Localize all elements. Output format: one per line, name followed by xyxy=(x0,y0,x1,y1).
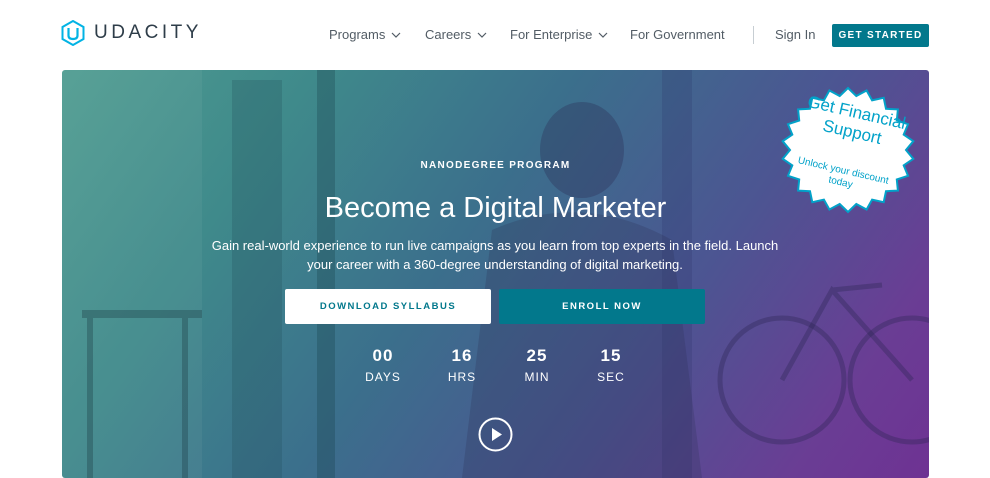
get-started-button[interactable]: GET STARTED xyxy=(832,24,929,47)
nav-for-government-label: For Government xyxy=(630,27,725,42)
chevron-down-icon xyxy=(477,32,487,38)
badge-subline: Unlock your discount today xyxy=(796,155,890,191)
countdown-seconds-label: SEC xyxy=(597,370,625,384)
nav-programs-label: Programs xyxy=(329,27,386,42)
badge-headline: Get Financial Support xyxy=(805,91,908,148)
nav-divider xyxy=(753,26,754,44)
countdown-seconds-value: 15 xyxy=(600,346,622,365)
logo-wordmark: UDACITY xyxy=(94,22,202,43)
countdown-days: 00 DAYS xyxy=(353,346,413,384)
udacity-logo-icon xyxy=(61,20,85,46)
chevron-down-icon xyxy=(598,32,608,38)
chevron-down-icon xyxy=(391,32,401,38)
download-syllabus-button[interactable]: DOWNLOAD SYLLABUS xyxy=(285,289,491,324)
nav-for-government[interactable]: For Government xyxy=(630,27,725,42)
countdown-minutes-value: 25 xyxy=(526,346,548,365)
financial-support-badge[interactable]: Get Financial Support Unlock your discou… xyxy=(775,82,921,218)
hero-subtitle: Gain real-world experience to run live c… xyxy=(211,238,779,272)
nav-programs[interactable]: Programs xyxy=(329,27,401,42)
play-circle-icon[interactable] xyxy=(478,417,513,452)
nav-careers-label: Careers xyxy=(425,27,472,42)
countdown-minutes-label: MIN xyxy=(524,370,550,384)
enroll-now-button[interactable]: ENROLL NOW xyxy=(499,289,705,324)
countdown-hours-label: HRS xyxy=(447,370,477,384)
udacity-logo[interactable]: UDACITY xyxy=(61,20,202,46)
sign-in-link[interactable]: Sign In xyxy=(775,27,815,42)
top-navigation: UDACITY Programs Careers For Enterprise … xyxy=(0,0,990,70)
countdown-seconds: 15 SEC xyxy=(581,346,641,384)
countdown-hours-value: 16 xyxy=(451,346,473,365)
nav-careers[interactable]: Careers xyxy=(425,27,487,42)
countdown-hours: 16 HRS xyxy=(432,346,492,384)
nav-for-enterprise[interactable]: For Enterprise xyxy=(510,27,608,42)
nav-for-enterprise-label: For Enterprise xyxy=(510,27,593,42)
countdown-days-value: 00 xyxy=(372,346,394,365)
countdown-minutes: 25 MIN xyxy=(507,346,567,384)
countdown-days-label: DAYS xyxy=(365,370,401,384)
